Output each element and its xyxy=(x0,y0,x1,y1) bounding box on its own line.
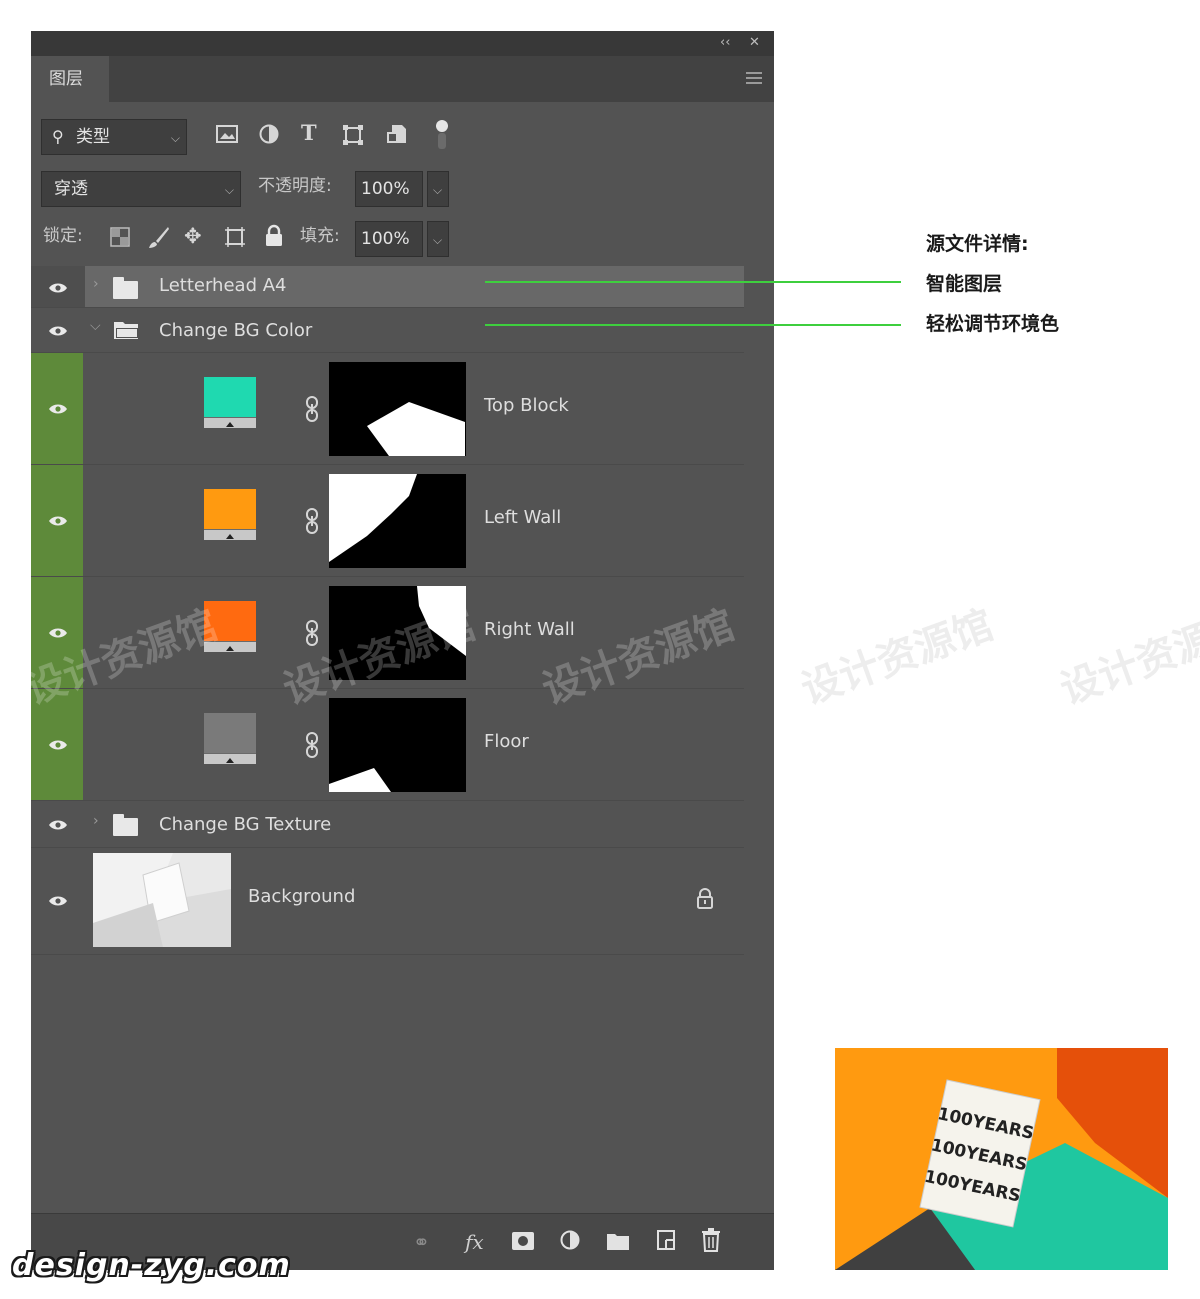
lock-row: 锁定: ✥ 填充: 100% ⌵ xyxy=(31,219,774,259)
folder-icon xyxy=(113,814,138,836)
annotation-title: 源文件详情: xyxy=(926,233,1029,255)
watermark: 设计资源馆 xyxy=(795,601,1000,714)
shape-layer-filter-icon[interactable] xyxy=(342,124,364,146)
visibility-eye-icon[interactable] xyxy=(48,895,68,907)
annotation-smart-layer: 智能图层 xyxy=(926,273,1003,295)
fill-color-thumbnail[interactable] xyxy=(204,377,256,429)
layer-name: Right Wall xyxy=(484,619,575,640)
link-layers-icon[interactable]: ⚭ xyxy=(413,1230,430,1254)
chevron-down-icon: ⌵ xyxy=(433,183,443,197)
link-chain-icon[interactable] xyxy=(305,620,319,646)
blend-row: 穿透 ⌵ 不透明度: 100% ⌵ xyxy=(31,169,774,209)
layer-lock-icon[interactable] xyxy=(696,888,714,910)
layer-row-change-bg-texture[interactable]: › Change BG Texture xyxy=(31,801,744,848)
opacity-label: 不透明度: xyxy=(258,176,332,196)
fill-color-thumbnail[interactable] xyxy=(204,489,256,541)
visibility-eye-icon[interactable] xyxy=(48,819,68,831)
visibility-eye-icon[interactable] xyxy=(48,739,68,751)
layer-name: Change BG Texture xyxy=(159,814,332,835)
layer-name: Letterhead A4 xyxy=(159,275,287,296)
lock-label: 锁定: xyxy=(43,226,83,246)
pixel-layer-filter-icon[interactable] xyxy=(216,124,238,144)
folder-open-icon xyxy=(114,322,138,339)
fill-label: 填充: xyxy=(300,226,340,246)
filter-row: ⚲ 类型 ⌵ T xyxy=(31,117,774,157)
tab-bar: 图层 xyxy=(31,56,774,102)
fill-color-thumbnail[interactable] xyxy=(204,713,256,765)
chevron-down-icon: ⌵ xyxy=(170,131,180,145)
annotation-line-ambient-color xyxy=(485,324,901,326)
layer-name: Left Wall xyxy=(484,507,562,528)
chevron-down-icon[interactable]: ⌵ xyxy=(90,318,101,334)
smart-object-filter-icon[interactable] xyxy=(386,123,408,145)
visibility-eye-icon[interactable] xyxy=(48,325,68,337)
visibility-eye-icon[interactable] xyxy=(48,515,68,527)
layer-row-change-bg-color[interactable]: ⌵ Change BG Color xyxy=(31,308,744,353)
lock-transparency-icon[interactable] xyxy=(110,227,130,247)
visibility-eye-icon[interactable] xyxy=(48,627,68,639)
fill-input[interactable]: 100% xyxy=(355,221,423,257)
panel-menu-icon[interactable] xyxy=(746,72,762,85)
layer-name: Change BG Color xyxy=(159,320,313,341)
layer-row-left-wall[interactable]: Left Wall xyxy=(31,465,744,577)
layer-mask-thumbnail[interactable] xyxy=(329,474,466,568)
lock-all-icon[interactable] xyxy=(265,224,283,248)
layer-name: Floor xyxy=(484,731,529,752)
layer-mask-thumbnail[interactable] xyxy=(329,698,466,792)
link-chain-icon[interactable] xyxy=(305,508,319,534)
lock-artboard-icon[interactable] xyxy=(223,225,247,249)
filter-toggle-icon[interactable] xyxy=(435,119,449,151)
new-group-folder-icon[interactable] xyxy=(606,1231,630,1251)
chevron-right-icon[interactable]: › xyxy=(93,813,99,829)
fill-dropdown-button[interactable]: ⌵ xyxy=(427,221,449,257)
opacity-value: 100% xyxy=(361,179,410,199)
search-icon: ⚲ xyxy=(52,127,64,146)
layer-row-top-block[interactable]: Top Block xyxy=(31,353,744,465)
layer-name: Top Block xyxy=(484,395,569,416)
panel-titlebar: ‹‹ ✕ xyxy=(31,31,774,56)
annotation-ambient-color: 轻松调节环境色 xyxy=(926,313,1060,335)
fill-value: 100% xyxy=(361,229,410,249)
filter-kind-select[interactable]: ⚲ 类型 ⌵ xyxy=(41,119,187,155)
new-layer-icon[interactable] xyxy=(656,1229,676,1251)
layer-row-background[interactable]: Background xyxy=(31,848,744,955)
layer-row-letterhead[interactable]: › Letterhead A4 xyxy=(31,266,744,308)
lock-pixels-brush-icon[interactable] xyxy=(148,225,170,249)
close-icon[interactable]: ✕ xyxy=(749,35,760,50)
tab-layers[interactable]: 图层 xyxy=(31,56,109,102)
layer-row-floor[interactable]: Floor xyxy=(31,689,744,801)
link-chain-icon[interactable] xyxy=(305,732,319,758)
layer-mask-thumbnail[interactable] xyxy=(329,362,466,456)
annotation-line-smart-layer xyxy=(485,281,901,283)
filter-kind-label: 类型 xyxy=(76,127,110,147)
add-mask-icon[interactable] xyxy=(512,1232,534,1250)
folder-icon xyxy=(113,277,138,299)
lock-position-move-icon[interactable]: ✥ xyxy=(184,224,202,248)
layer-name: Background xyxy=(248,886,356,907)
chevron-down-icon: ⌵ xyxy=(224,183,234,197)
opacity-dropdown-button[interactable]: ⌵ xyxy=(427,171,449,207)
brand-watermark: design-zyg.com xyxy=(12,1248,291,1283)
visibility-eye-icon[interactable] xyxy=(48,282,68,294)
fx-layer-style-icon[interactable]: fx xyxy=(465,1230,484,1254)
blend-mode-select[interactable]: 穿透 ⌵ xyxy=(41,171,241,207)
background-thumbnail[interactable] xyxy=(93,853,231,947)
delete-trash-icon[interactable] xyxy=(701,1228,721,1252)
link-chain-icon[interactable] xyxy=(305,396,319,422)
watermark: 设计资源馆 xyxy=(1054,601,1200,714)
adjustment-layer-filter-icon[interactable] xyxy=(259,124,279,144)
new-adjustment-layer-icon[interactable] xyxy=(560,1230,582,1252)
blend-mode-value: 穿透 xyxy=(54,179,88,199)
collapse-icon[interactable]: ‹‹ xyxy=(720,35,730,50)
type-layer-filter-icon[interactable]: T xyxy=(301,121,317,145)
visibility-eye-icon[interactable] xyxy=(48,403,68,415)
preview-image: 100YEARS 100YEARS 100YEARS xyxy=(835,1048,1168,1270)
chevron-down-icon: ⌵ xyxy=(433,233,443,247)
chevron-right-icon[interactable]: › xyxy=(93,276,99,292)
opacity-input[interactable]: 100% xyxy=(355,171,423,207)
